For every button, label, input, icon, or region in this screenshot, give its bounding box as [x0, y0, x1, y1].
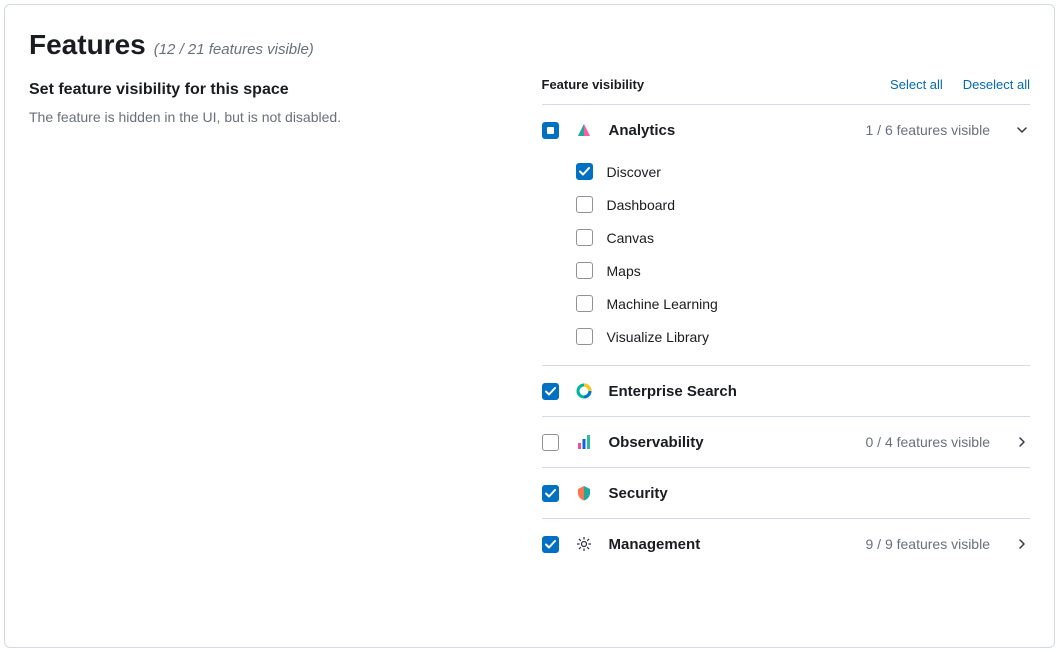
category-analytics: Analytics1 / 6 features visibleDiscoverD…: [542, 105, 1031, 366]
feature-checkbox[interactable]: [576, 163, 593, 180]
category-observability: Observability 0 / 4 features visible: [542, 417, 1031, 468]
feature-checkbox[interactable]: [576, 196, 593, 213]
feature-label: Dashboard: [607, 197, 676, 213]
header-label: Feature visibility: [542, 77, 645, 92]
category-checkbox[interactable]: [542, 383, 559, 400]
select-all-button[interactable]: Select all: [890, 77, 943, 92]
chevron-right-icon[interactable]: [1014, 434, 1030, 450]
feature-checkbox[interactable]: [576, 328, 593, 345]
feature-visibility-header: Feature visibility Select all Deselect a…: [542, 77, 1031, 105]
security-icon: [575, 484, 593, 502]
category-management: Management 9 / 9 features visible: [542, 519, 1031, 569]
category-security: Security: [542, 468, 1031, 519]
chevron-down-icon[interactable]: [1014, 122, 1030, 138]
category-checkbox[interactable]: [542, 485, 559, 502]
observability-icon: [575, 433, 593, 451]
feature-label: Visualize Library: [607, 329, 709, 345]
enterprise-search-icon: [575, 382, 593, 400]
category-name: Enterprise Search: [609, 383, 1031, 400]
page-title: Features: [29, 29, 146, 61]
left-column: Features (12 / 21 features visible) Set …: [29, 29, 518, 623]
category-name: Observability: [609, 434, 850, 451]
category-name: Security: [609, 485, 1031, 502]
category-row[interactable]: Enterprise Search: [542, 366, 1031, 416]
category-count: 1 / 6 features visible: [865, 122, 990, 138]
features-panel: Features (12 / 21 features visible) Set …: [4, 4, 1055, 648]
analytics-icon: [575, 121, 593, 139]
category-row[interactable]: Management 9 / 9 features visible: [542, 519, 1031, 569]
feature-row: Maps: [576, 254, 1031, 287]
right-column: Feature visibility Select all Deselect a…: [542, 29, 1031, 623]
feature-checkbox[interactable]: [576, 262, 593, 279]
feature-row: Canvas: [576, 221, 1031, 254]
feature-checkbox[interactable]: [576, 229, 593, 246]
feature-label: Machine Learning: [607, 296, 718, 312]
category-checkbox[interactable]: [542, 122, 559, 139]
chevron-right-icon[interactable]: [1014, 536, 1030, 552]
category-row[interactable]: Security: [542, 468, 1031, 518]
category-count: 0 / 4 features visible: [865, 434, 990, 450]
feature-label: Canvas: [607, 230, 654, 246]
category-checkbox[interactable]: [542, 434, 559, 451]
feature-row: Visualize Library: [576, 320, 1031, 353]
feature-row: Discover: [576, 155, 1031, 188]
categories-list: Analytics1 / 6 features visibleDiscoverD…: [542, 105, 1031, 569]
category-row[interactable]: Observability 0 / 4 features visible: [542, 417, 1031, 467]
feature-label: Discover: [607, 164, 661, 180]
deselect-all-button[interactable]: Deselect all: [963, 77, 1030, 92]
title-row: Features (12 / 21 features visible): [29, 29, 518, 61]
header-actions: Select all Deselect all: [890, 77, 1030, 92]
sub-features: Discover Dashboard Canvas Maps Machine Learn…: [542, 155, 1031, 365]
feature-checkbox[interactable]: [576, 295, 593, 312]
category-count: 9 / 9 features visible: [865, 536, 990, 552]
category-name: Management: [609, 536, 850, 553]
feature-row: Dashboard: [576, 188, 1031, 221]
title-count: (12 / 21 features visible): [154, 41, 314, 58]
subtitle: Set feature visibility for this space: [29, 81, 518, 99]
management-icon: [575, 535, 593, 553]
category-checkbox[interactable]: [542, 536, 559, 553]
feature-row: Machine Learning: [576, 287, 1031, 320]
category-row[interactable]: Analytics 1 / 6 features visible: [542, 105, 1031, 155]
category-enterprise-search: Enterprise Search: [542, 366, 1031, 417]
description: The feature is hidden in the UI, but is …: [29, 109, 518, 125]
feature-label: Maps: [607, 263, 641, 279]
category-name: Analytics: [609, 122, 850, 139]
